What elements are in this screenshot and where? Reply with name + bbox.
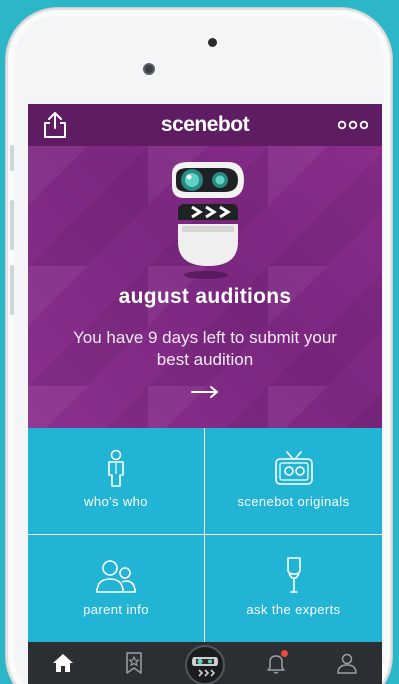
more-dots-icon[interactable] (338, 118, 368, 132)
menu-grid: who's who scenebot originals parent info (28, 428, 382, 642)
tile-scenebot-originals[interactable]: scenebot originals (205, 428, 382, 534)
audition-banner[interactable]: august auditions You have 9 days left to… (28, 146, 382, 428)
person-icon (108, 449, 124, 487)
app-title: scenebot (160, 113, 250, 136)
scenebot-robot-icon (172, 162, 244, 279)
home-icon (53, 654, 74, 672)
mute-switch (10, 145, 14, 171)
tile-parent-info[interactable]: parent info (28, 535, 204, 642)
volume-down-button (10, 265, 14, 315)
banner-description: You have 9 days left to submit your best… (73, 328, 337, 369)
arrow-right-icon[interactable] (190, 384, 220, 400)
tab-home[interactable] (43, 642, 83, 684)
tab-bar (28, 642, 382, 684)
tile-label: ask the experts (246, 602, 341, 617)
tile-whos-who[interactable]: who's who (28, 428, 204, 534)
tile-label: parent info (83, 602, 149, 617)
notification-badge (280, 650, 288, 657)
banner-title: august auditions (118, 285, 292, 308)
phone-speaker (208, 38, 217, 47)
parents-icon (96, 560, 136, 593)
tab-favorites[interactable] (114, 642, 154, 684)
front-camera (143, 63, 155, 75)
tile-label: who's who (84, 494, 148, 509)
tile-ask-the-experts[interactable]: ask the experts (205, 535, 382, 642)
tab-notifications[interactable] (256, 642, 296, 684)
navbar: scenebot (28, 104, 382, 146)
share-icon[interactable] (42, 111, 68, 139)
bookmark-star-icon (126, 652, 142, 674)
tab-profile[interactable] (327, 642, 367, 684)
volume-up-button (10, 200, 14, 250)
tab-scenebot[interactable] (184, 642, 225, 684)
tile-label: scenebot originals (237, 494, 350, 509)
profile-icon (336, 653, 357, 674)
microphone-icon (286, 557, 301, 593)
scenebot-robot-icon (184, 645, 225, 684)
tv-icon (274, 451, 313, 485)
app-screen: scenebot august auditions You have 9 day… (28, 104, 382, 684)
